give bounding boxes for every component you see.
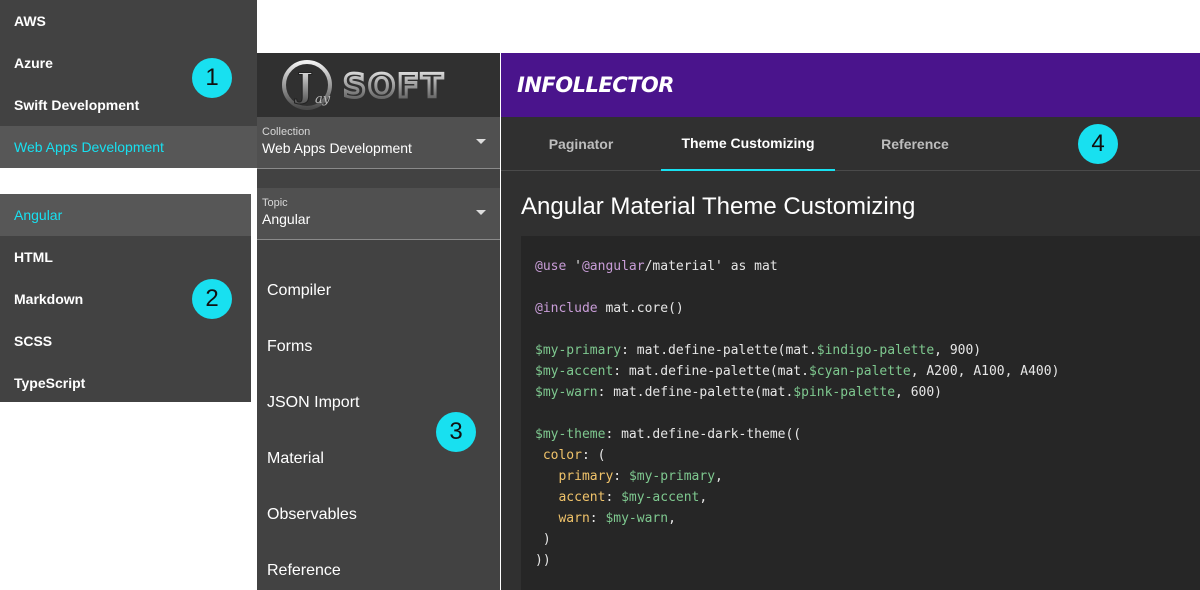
code-line: $my-primary: mat.define-palette(mat.$ind… — [535, 343, 982, 358]
collection-select-label: Collection — [262, 126, 311, 138]
tab-theme-customizing[interactable]: Theme Customizing — [661, 117, 835, 171]
code-line: color: ( — [542, 448, 606, 463]
chevron-down-icon — [476, 210, 486, 215]
callout-badge-4: 4 — [1078, 124, 1118, 164]
topic-select[interactable]: Topic Angular — [257, 188, 500, 240]
code-line: )) — [535, 553, 551, 568]
code-line: $my-theme: mat.define-dark-theme(( — [535, 427, 802, 442]
logo: J ay SOFT — [257, 53, 500, 117]
nav-item-reference[interactable]: Reference — [267, 562, 341, 580]
app-root: AWS Azure Swift Development Web Apps Dev… — [0, 0, 1200, 590]
nav-item-json-import[interactable]: JSON Import — [267, 394, 359, 412]
topic-option-scss[interactable]: SCSS — [0, 320, 251, 362]
callout-badge-3: 3 — [436, 412, 476, 452]
nav-item-material[interactable]: Material — [267, 450, 324, 468]
collection-option-aws[interactable]: AWS — [0, 0, 257, 42]
sidebar: J ay SOFT Collection Web Apps Developmen… — [257, 53, 500, 590]
chevron-down-icon — [476, 139, 486, 144]
topic-select-label: Topic — [262, 197, 288, 209]
collection-select-value: Web Apps Development — [262, 140, 412, 156]
callout-badge-2: 2 — [192, 279, 232, 319]
callout-badge-1: 1 — [192, 58, 232, 98]
code-line: $my-accent: mat.define-palette(mat.$cyan… — [535, 364, 1060, 379]
collection-select[interactable]: Collection Web Apps Development — [257, 117, 500, 169]
code-block: @use '@angular/material' as mat @include… — [521, 236, 1200, 590]
brand-logo: INFOLLECTOR — [517, 73, 674, 97]
nav-item-forms[interactable]: Forms — [267, 338, 312, 356]
code-line: ) — [535, 532, 551, 547]
tab-paginator[interactable]: Paginator — [501, 117, 661, 171]
code-line: $my-warn: mat.define-palette(mat.$pink-p… — [535, 385, 943, 400]
code-line: @use '@angular/material' as mat — [535, 259, 778, 274]
tab-reference[interactable]: Reference — [835, 117, 995, 171]
svg-text:SOFT: SOFT — [343, 67, 445, 105]
topic-option-angular[interactable]: Angular — [0, 194, 251, 236]
topic-select-value: Angular — [262, 211, 311, 227]
nav-item-observables[interactable]: Observables — [267, 506, 357, 524]
nav-item-compiler[interactable]: Compiler — [267, 282, 331, 300]
collection-option-web-apps-development[interactable]: Web Apps Development — [0, 126, 257, 168]
code-line: accent: $my-accent, — [558, 490, 708, 505]
code-line: @include mat.core() — [535, 301, 684, 316]
page-title: Angular Material Theme Customizing — [521, 193, 916, 220]
svg-text:ay: ay — [315, 92, 331, 107]
app-header: INFOLLECTOR — [501, 53, 1200, 117]
code-line: primary: $my-primary, — [558, 469, 723, 484]
jaysoft-logo: J ay SOFT — [282, 60, 445, 110]
svg-text:J: J — [294, 66, 313, 106]
topic-option-typescript[interactable]: TypeScript — [0, 362, 251, 404]
code-line: warn: $my-warn, — [558, 511, 676, 526]
topic-option-html[interactable]: HTML — [0, 236, 251, 278]
